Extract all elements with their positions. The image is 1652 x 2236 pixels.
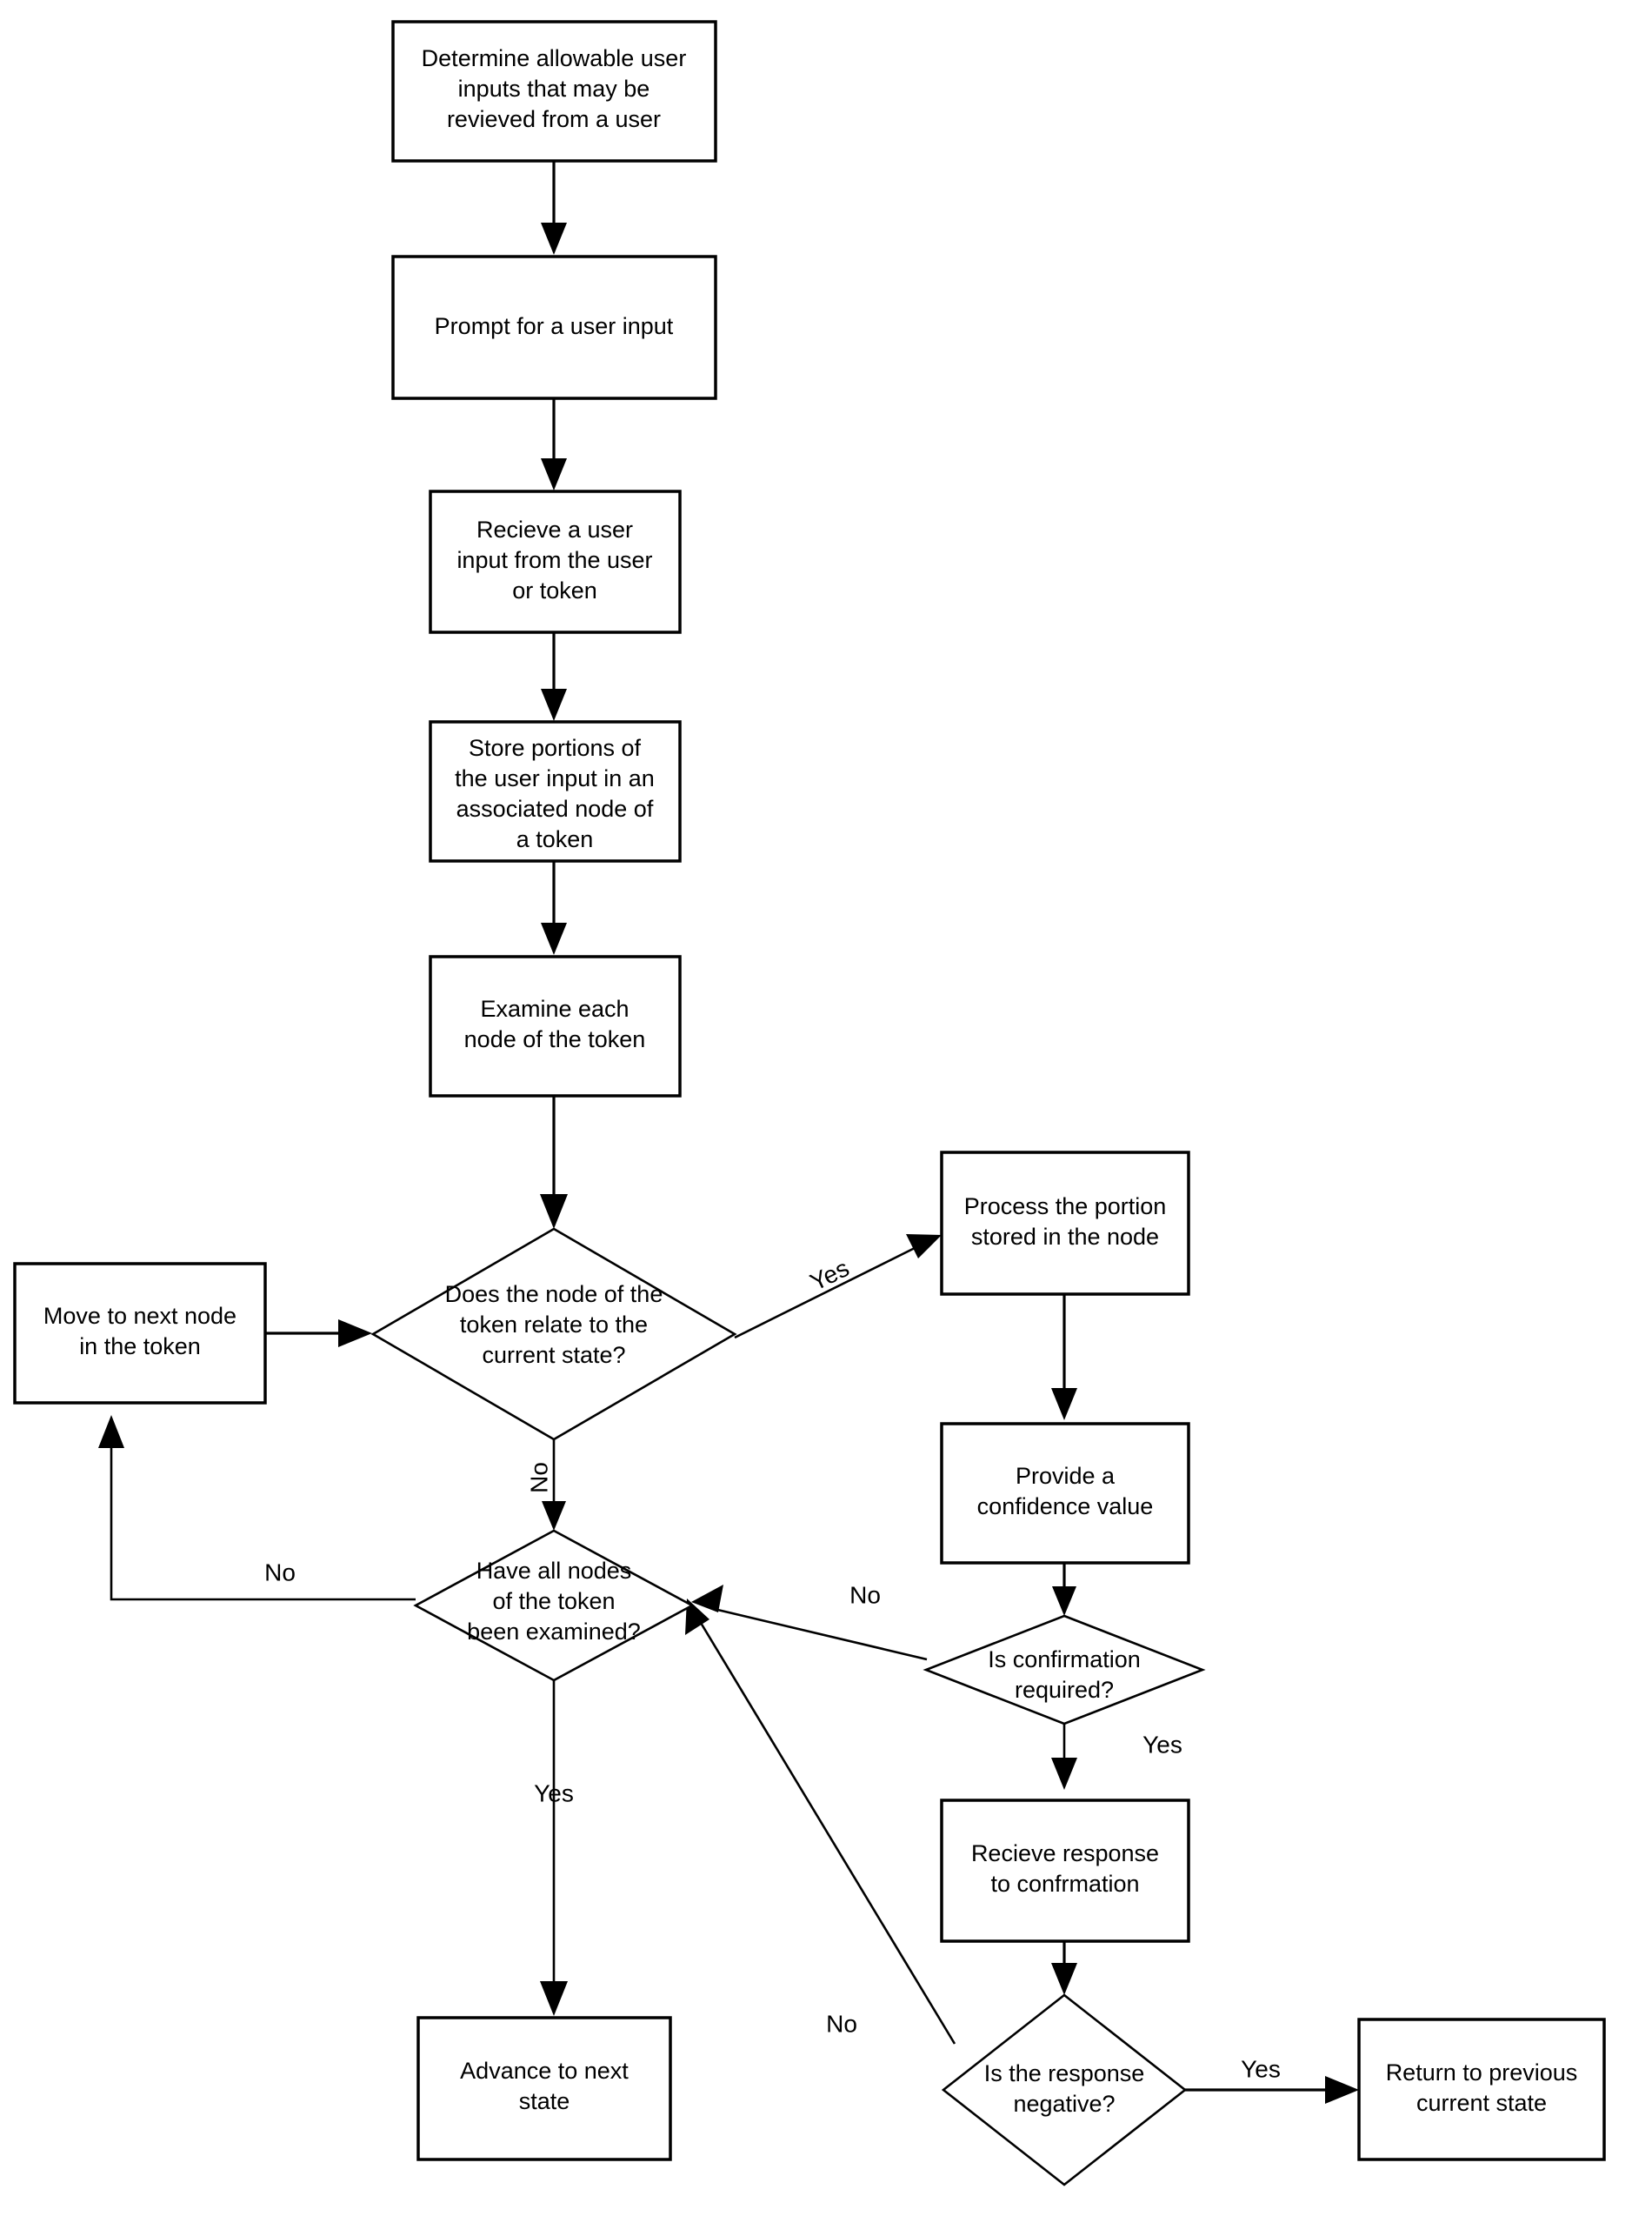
node-label-line: current state	[1416, 2090, 1547, 2116]
edge-process-portion-to-confidence	[1051, 1294, 1077, 1420]
edge-all-nodes-decision-no-to-move-next-node: No	[98, 1415, 416, 1601]
node-label-line: of the token	[492, 1588, 615, 1614]
node-label-line: Have all nodes	[476, 1558, 632, 1584]
node-move-to-next-node[interactable]: Move to next node in the token	[13, 1262, 267, 1405]
node-label-line: Does the node of the	[445, 1281, 663, 1307]
edge-prompt-to-recieve-input	[541, 398, 567, 491]
edge-confirmation-decision-yes-to-recieve-response: Yes	[1051, 1724, 1182, 1790]
node-label-line: Move to next node	[43, 1303, 236, 1329]
node-label-line: Process the portion	[964, 1193, 1167, 1219]
node-label-line: confidence value	[977, 1493, 1154, 1519]
node-label-line: stored in the node	[971, 1224, 1159, 1250]
edge-recieve-input-to-store-portions	[541, 632, 567, 721]
node-label-line: in the token	[79, 1333, 201, 1359]
edge-label-relate-no: No	[525, 1462, 552, 1493]
edge-move-next-node-to-relate-decision	[265, 1319, 372, 1347]
node-label-line: node of the token	[464, 1026, 646, 1052]
node-label-line: Determine allowable user	[422, 45, 687, 71]
node-response-negative-decision[interactable]: Is the response negative?	[941, 1993, 1188, 2186]
node-label-line: required?	[1015, 1677, 1114, 1703]
node-confirmation-required-decision[interactable]: Is confirmation required?	[923, 1614, 1206, 1725]
node-label-line: or token	[512, 577, 597, 604]
node-label-line: Examine each	[480, 996, 629, 1022]
node-process-portion[interactable]: Process the portion stored in the node	[940, 1151, 1190, 1296]
edge-label-negative-yes: Yes	[1241, 2055, 1281, 2082]
edge-label-confirmation-yes: Yes	[1142, 1731, 1182, 1758]
edge-label-negative-no: No	[826, 2010, 857, 2037]
node-label-line: Provide a	[1016, 1463, 1116, 1489]
edge-all-nodes-decision-yes-to-advance-state: Yes	[534, 1680, 574, 2016]
node-advance-to-next-state[interactable]: Advance to next state	[416, 2016, 672, 2161]
node-recieve-user-input[interactable]: Recieve a user input from the user or to…	[429, 490, 682, 634]
node-label-line: a token	[516, 826, 594, 852]
node-label-line: Recieve response	[971, 1840, 1159, 1866]
edge-determine-to-prompt	[541, 161, 567, 255]
node-store-portions[interactable]: Store portions of the user input in an a…	[429, 720, 682, 863]
node-relate-to-current-state-decision[interactable]: Does the node of the token relate to the…	[370, 1227, 737, 1441]
node-label-line: Store portions of	[469, 735, 642, 761]
node-label-line: input from the user	[456, 547, 652, 573]
node-label-line: revieved from a user	[447, 106, 661, 132]
edge-recieve-response-to-negative-decision	[1051, 1941, 1077, 1995]
edge-relate-decision-yes-to-process-portion: Yes	[734, 1234, 942, 1339]
node-prompt-for-user-input[interactable]: Prompt for a user input	[391, 255, 717, 400]
edge-label-confirmation-no: No	[849, 1581, 881, 1608]
edge-label-all-nodes-no: No	[264, 1559, 296, 1585]
node-label-line: token relate to the	[460, 1312, 648, 1338]
edge-negative-decision-yes-to-return-previous: Yes	[1185, 2055, 1359, 2104]
node-label-line: state	[519, 2088, 570, 2114]
flowchart-svg: Yes No No Yes No Yes No Yes Determine al…	[13, 20, 1606, 2186]
node-provide-confidence-value[interactable]: Provide a confidence value	[940, 1422, 1190, 1565]
edge-store-portions-to-examine	[541, 861, 567, 955]
edge-examine-to-relate-decision	[540, 1096, 568, 1229]
edge-label-relate-yes: Yes	[806, 1254, 854, 1296]
edge-confirmation-decision-no-to-all-nodes-decision: No	[691, 1581, 928, 1661]
node-label-line: Advance to next	[460, 2058, 629, 2084]
node-determine-allowable-inputs[interactable]: Determine allowable user inputs that may…	[391, 20, 717, 163]
node-return-to-previous-state[interactable]: Return to previous current state	[1357, 2018, 1606, 2161]
node-label-line: been examined?	[467, 1619, 641, 1645]
edge-confidence-to-confirmation-decision	[1052, 1563, 1076, 1616]
node-label-line: to confrmation	[990, 1871, 1139, 1897]
node-label-line: Prompt for a user input	[435, 313, 674, 339]
node-layer: Determine allowable user inputs that may…	[13, 20, 1606, 2186]
node-label-line: Return to previous	[1386, 2059, 1578, 2086]
node-label-line: current state?	[482, 1342, 625, 1368]
node-label-line: Is the response	[984, 2060, 1145, 2086]
node-recieve-response-to-confirmation[interactable]: Recieve response to confrmation	[940, 1799, 1190, 1943]
node-label-line: inputs that may be	[458, 76, 650, 102]
node-label-line: Is confirmation	[988, 1646, 1141, 1672]
node-all-nodes-examined-decision[interactable]: Have all nodes of the token been examine…	[413, 1529, 695, 1682]
edge-label-all-nodes-yes: Yes	[534, 1779, 574, 1806]
node-label-line: Recieve a user	[476, 517, 633, 543]
edge-negative-decision-no-to-all-nodes-decision: No	[685, 1599, 956, 2045]
node-label-line: associated node of	[456, 796, 654, 822]
node-label-line: negative?	[1013, 2091, 1115, 2117]
node-examine-each-node[interactable]: Examine each node of the token	[429, 955, 682, 1098]
flowchart-canvas: Yes No No Yes No Yes No Yes Determine al…	[0, 0, 1652, 2236]
node-label-line: the user input in an	[455, 765, 655, 791]
edge-relate-decision-no-to-all-nodes-decision: No	[525, 1439, 566, 1531]
